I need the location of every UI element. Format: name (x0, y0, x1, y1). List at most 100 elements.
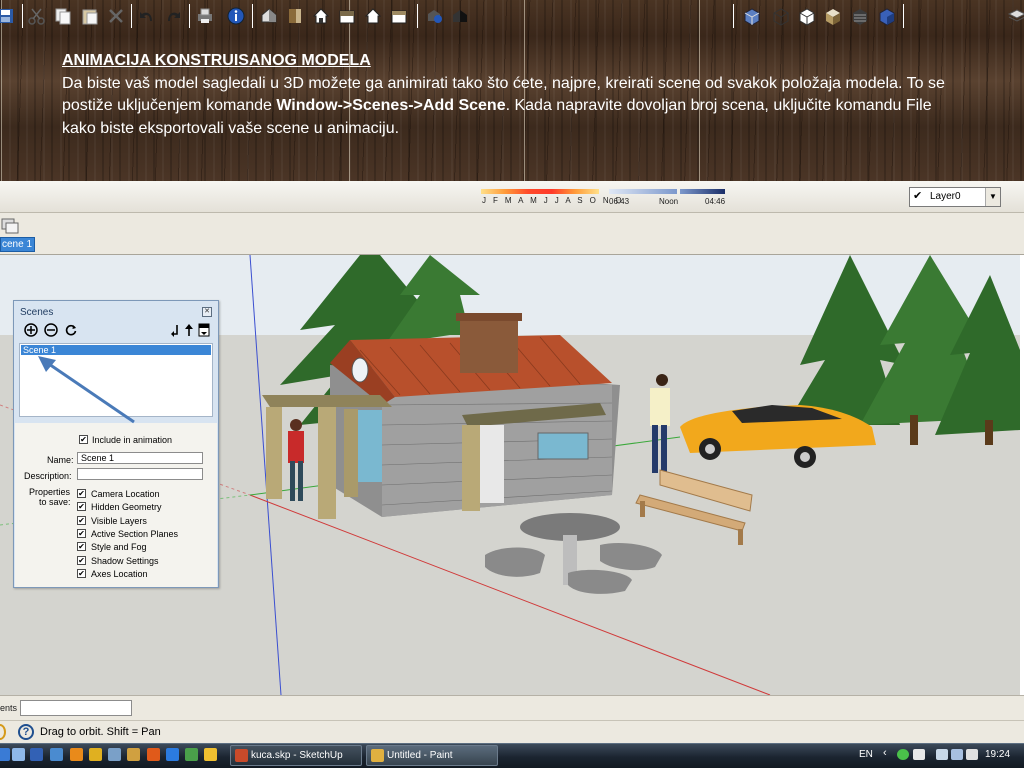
redo-icon[interactable] (163, 6, 183, 26)
cut-icon[interactable] (27, 6, 47, 26)
iso-view-icon[interactable] (259, 6, 279, 26)
include-label: Include in animation (92, 435, 173, 445)
erase-icon[interactable] (106, 6, 126, 26)
measurements-label: ents (0, 703, 18, 713)
shaded-icon[interactable] (823, 6, 843, 26)
style-and-fog-checkbox[interactable]: ✔ (77, 542, 86, 551)
right-view-icon[interactable] (337, 6, 357, 26)
copy-icon[interactable] (53, 6, 73, 26)
status-text: Drag to orbit. Shift = Pan (40, 726, 161, 738)
taskbar-item-sketchup[interactable]: kuca.skp - SketchUp (230, 745, 362, 766)
properties-label: Properties (29, 487, 71, 497)
time-slider-track-right (680, 189, 725, 194)
active-section-planes-checkbox[interactable]: ✔ (77, 529, 86, 538)
clock[interactable]: 19:24 (985, 749, 1010, 760)
quicklaunch-icon[interactable] (185, 748, 198, 761)
model-info-icon[interactable] (226, 6, 246, 26)
tray-mail-icon[interactable] (913, 749, 925, 760)
move-scene-up-icon[interactable] (182, 323, 196, 337)
paste-icon[interactable] (80, 6, 100, 26)
quicklaunch-icon[interactable] (50, 748, 63, 761)
firefox-icon[interactable] (147, 748, 160, 761)
hidden-line-icon[interactable] (797, 6, 817, 26)
quicklaunch-icon[interactable] (127, 748, 140, 761)
tab-scene-1[interactable]: cene 1 (0, 237, 35, 252)
time-start-label: 06:43 (609, 197, 630, 206)
tray-device-icon[interactable] (951, 749, 963, 760)
taskbar-item-paint[interactable]: Untitled - Paint (366, 745, 498, 766)
display-shadows-icon[interactable] (450, 6, 470, 26)
paint-icon (371, 749, 384, 762)
quicklaunch-icon[interactable] (30, 748, 43, 761)
quicklaunch-icon[interactable] (0, 748, 10, 761)
toolbar-separator (903, 4, 904, 28)
show-hidden-icons-icon[interactable]: ‹ (883, 747, 887, 759)
toolbar-separator (22, 4, 23, 28)
quicklaunch-icon[interactable] (89, 748, 102, 761)
folder-icon[interactable] (204, 748, 217, 761)
body-command: Window->Scenes->Add Scene (276, 97, 506, 114)
wireframe-icon[interactable] (771, 6, 791, 26)
left-view-icon[interactable] (389, 6, 409, 26)
remove-scene-icon[interactable] (44, 323, 58, 337)
task-label: Untitled - Paint (387, 750, 453, 761)
quicklaunch-icon[interactable] (12, 748, 25, 761)
time-noon-label[interactable]: Noon (659, 197, 678, 206)
axes-location-checkbox[interactable]: ✔ (77, 569, 86, 578)
tray-status-icon[interactable] (897, 749, 909, 760)
chevron-down-icon[interactable]: ▼ (985, 188, 1000, 206)
language-indicator[interactable]: EN (859, 749, 873, 760)
update-scene-icon[interactable] (64, 323, 78, 337)
property-label: Axes Location (91, 569, 148, 579)
measurements-row (0, 695, 1024, 720)
scene-name-field[interactable]: Scene 1 (77, 452, 203, 464)
month-slider-labels[interactable]: J F M A M J J A S O N D (482, 196, 624, 205)
xray-icon[interactable] (742, 6, 762, 26)
close-icon[interactable]: ✕ (202, 307, 212, 317)
add-scene-icon[interactable] (24, 323, 38, 337)
quicklaunch-icon[interactable] (108, 748, 121, 761)
layer-manager-icon[interactable] (1007, 6, 1024, 26)
monochrome-icon[interactable] (877, 6, 897, 26)
hidden-geometry-checkbox[interactable]: ✔ (77, 502, 86, 511)
tray-network-icon[interactable] (936, 749, 948, 760)
panel-details-icon[interactable] (197, 323, 211, 337)
time-end-label: 04:46 (705, 197, 726, 206)
shadow-settings-icon[interactable] (424, 6, 444, 26)
property-label: Shadow Settings (91, 556, 159, 566)
back-view-icon[interactable] (363, 6, 383, 26)
shadow-settings-checkbox[interactable]: ✔ (77, 556, 86, 565)
toolbar-separator (131, 4, 132, 28)
plank-seam (1, 0, 2, 181)
name-label: Name: (47, 455, 74, 465)
toolbar-separator (733, 4, 734, 28)
scene-manager-icon[interactable] (0, 215, 20, 235)
top-view-icon[interactable] (285, 6, 305, 26)
internet-explorer-icon[interactable] (166, 748, 179, 761)
move-scene-down-icon[interactable] (168, 323, 182, 337)
slide-header: ANIMACIJA KONSTRUISANOG MODELA Da biste … (0, 0, 1024, 181)
toolbar-separator (252, 4, 253, 28)
toolbar-separator (417, 4, 418, 28)
month-slider-track (481, 189, 599, 194)
properties-label-2: to save: (39, 497, 71, 507)
camera-location-checkbox[interactable]: ✔ (77, 489, 86, 498)
slide-body: Da biste vaš model sagledali u 3D možete… (62, 73, 962, 141)
quicklaunch-icon[interactable] (70, 748, 83, 761)
save-icon[interactable] (0, 6, 16, 26)
scene-description-field[interactable] (77, 468, 203, 480)
shaded-textures-icon[interactable] (850, 6, 870, 26)
help-icon[interactable]: ? (18, 724, 34, 740)
scene-tab-bar (0, 237, 1024, 255)
include-in-animation-checkbox[interactable]: ✔ (79, 435, 88, 444)
visible-layers-checkbox[interactable]: ✔ (77, 516, 86, 525)
measurements-input[interactable] (20, 700, 132, 716)
undo-icon[interactable] (137, 6, 157, 26)
print-icon[interactable] (195, 6, 215, 26)
scenes-panel: Scenes ✕ Scene 1 ✔ Include in animation … (13, 300, 219, 588)
volume-icon[interactable] (966, 749, 978, 760)
front-view-icon[interactable] (311, 6, 331, 26)
time-slider-track-left (609, 189, 677, 194)
property-label: Active Section Planes (91, 529, 179, 539)
property-label: Hidden Geometry (91, 502, 162, 512)
